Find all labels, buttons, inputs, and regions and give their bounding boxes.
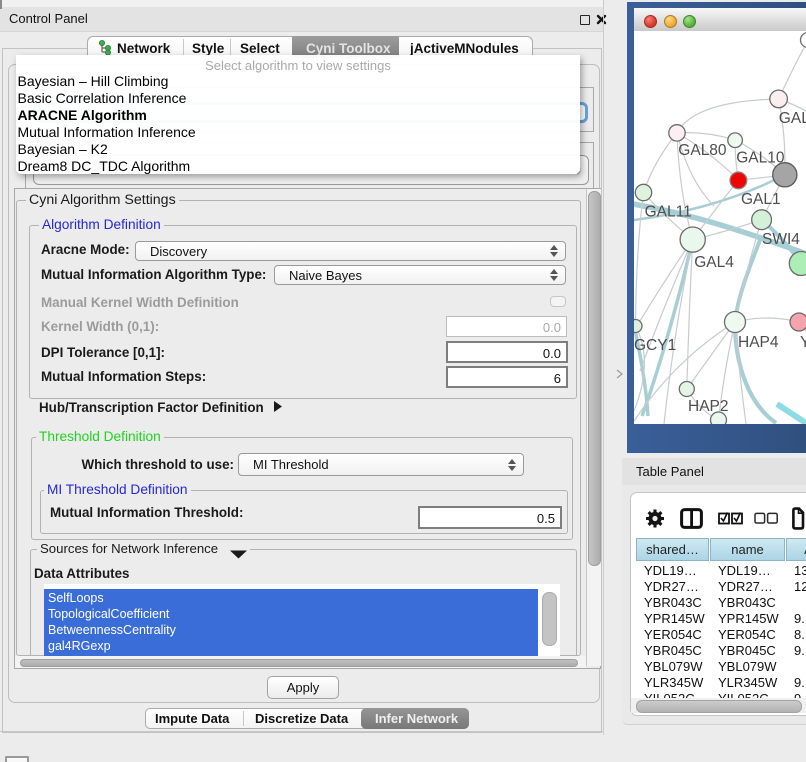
svg-text:GAL80: GAL80 — [678, 142, 727, 159]
svg-text:SWI4: SWI4 — [762, 231, 800, 248]
svg-text:GAL1: GAL1 — [741, 191, 781, 208]
svg-text:HAP2: HAP2 — [688, 398, 729, 415]
svg-text:GAL10: GAL10 — [736, 150, 785, 167]
svg-text:GAL: GAL — [779, 110, 806, 127]
svg-text:GAL4: GAL4 — [694, 254, 734, 271]
svg-text:HAP4: HAP4 — [738, 334, 779, 351]
svg-text:GCY1: GCY1 — [634, 337, 676, 354]
svg-text:Y: Y — [800, 334, 806, 351]
svg-text:GAL11: GAL11 — [645, 203, 692, 220]
